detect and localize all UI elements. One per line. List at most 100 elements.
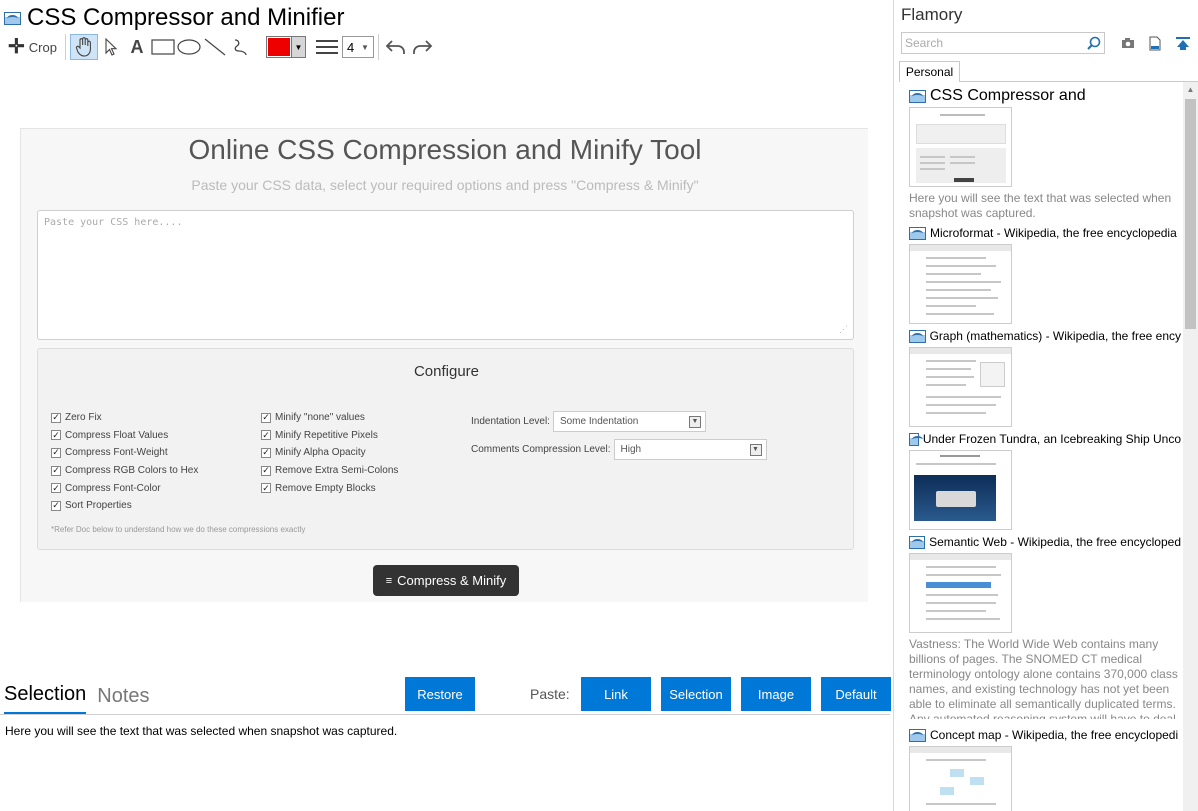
- list-item[interactable]: Microformat - Wikipedia, the free encycl…: [909, 225, 1181, 324]
- checkbox-checked-icon: ✓: [261, 465, 271, 476]
- comments-row: Comments Compression Level: High ▼: [471, 439, 767, 460]
- list-item[interactable]: Semantic Web - Wikipedia, the free encyc…: [909, 534, 1181, 719]
- list-item-title: Semantic Web - Wikipedia, the free encyc…: [929, 535, 1181, 549]
- tab-personal[interactable]: Personal: [899, 61, 960, 82]
- page-icon: [909, 535, 926, 549]
- paste-image-button[interactable]: Image: [741, 677, 811, 711]
- option-zero-fix[interactable]: ✓ Zero Fix: [51, 409, 198, 427]
- undo-button[interactable]: [383, 34, 409, 60]
- checkbox-checked-icon: ✓: [51, 482, 61, 494]
- toolbar-separator: [377, 34, 379, 60]
- paste-label: Paste:: [530, 686, 570, 702]
- sidebar-scrollbar[interactable]: ▲: [1183, 82, 1198, 811]
- line-width-select[interactable]: 4 ▼: [341, 36, 374, 58]
- crop-button[interactable]: ✛ Crop: [4, 34, 61, 60]
- selection-text: Here you will see the text that was sele…: [5, 724, 398, 738]
- page-icon: [909, 226, 926, 240]
- restore-button[interactable]: Restore: [405, 677, 475, 711]
- checkbox-checked-icon: ✓: [261, 412, 271, 423]
- css-input[interactable]: Paste your CSS here.... ⋰: [37, 210, 854, 340]
- checkbox-checked-icon: ✓: [261, 447, 271, 458]
- pointer-tool-button[interactable]: [98, 34, 124, 60]
- color-picker[interactable]: ▼: [265, 36, 306, 58]
- hand-tool-button[interactable]: [69, 34, 98, 60]
- list-item[interactable]: Under Frozen Tundra, an Icebreaking Ship…: [909, 431, 1181, 530]
- option-compress-font-weight[interactable]: ✓ Compress Font-Weight: [51, 444, 198, 462]
- list-item-header: Semantic Web - Wikipedia, the free encyc…: [909, 534, 1181, 550]
- paste-default-button[interactable]: Default: [821, 677, 891, 711]
- configure-panel: Configure ✓ Zero Fix ✓ Compress Float Valu…: [37, 348, 854, 550]
- list-item-title: Graph (mathematics) - Wikipedia, the fre…: [929, 329, 1181, 343]
- option-remove-semicolons[interactable]: ✓ Remove Extra Semi-Colons: [261, 462, 398, 480]
- rectangle-tool-button[interactable]: [150, 34, 176, 60]
- checkbox-checked-icon: ✓: [51, 429, 61, 441]
- list-item[interactable]: Graph (mathematics) - Wikipedia, the fre…: [909, 328, 1181, 427]
- flamory-window: CSS Compressor and Minifier ✛ Crop A ▼ 4…: [0, 0, 1198, 811]
- undo-icon: [385, 40, 405, 54]
- freehand-icon: [234, 39, 247, 56]
- scroll-up-icon[interactable]: ▲: [1183, 82, 1198, 97]
- snapshot-thumbnail[interactable]: [909, 244, 1012, 324]
- snapshot-viewer: CSS Compressor and Minifier ✛ Crop A ▼ 4…: [0, 0, 893, 811]
- option-compress-font-color[interactable]: ✓ Compress Font-Color: [51, 479, 198, 497]
- flamory-sidebar: Flamory Search Personal CSS Compressor a…: [894, 0, 1198, 811]
- line-icon: [204, 38, 226, 56]
- comments-select[interactable]: High ▼: [613, 439, 767, 460]
- option-remove-empty-blocks[interactable]: ✓ Remove Empty Blocks: [261, 479, 398, 497]
- line-tool-button[interactable]: [202, 34, 228, 60]
- collapse-button[interactable]: [1174, 34, 1192, 52]
- indentation-row: Indentation Level: Some Indentation ▼: [471, 411, 706, 432]
- option-compress-rgb[interactable]: ✓ Compress RGB Colors to Hex: [51, 462, 198, 480]
- text-tool-button[interactable]: A: [124, 34, 150, 60]
- paste-selection-button[interactable]: Selection: [661, 677, 731, 711]
- snapshot-thumbnail[interactable]: [909, 450, 1012, 530]
- redo-button[interactable]: [409, 34, 435, 60]
- list-item-header: Concept map - Wikipedia, the free encycl…: [909, 727, 1181, 743]
- configure-title: Configure: [413, 363, 480, 380]
- checkbox-checked-icon: ✓: [51, 465, 61, 476]
- option-compress-float[interactable]: ✓ Compress Float Values: [51, 427, 198, 445]
- freehand-tool-button[interactable]: [228, 34, 254, 60]
- checkbox-checked-icon: ✓: [51, 500, 61, 511]
- chevron-down-icon: ▼: [688, 415, 701, 428]
- resize-grip-icon: ⋰: [839, 325, 848, 335]
- ellipse-tool-button[interactable]: [176, 34, 202, 60]
- tab-notes[interactable]: Notes: [97, 685, 149, 714]
- option-minify-none[interactable]: ✓ Minify "none" values: [261, 409, 398, 427]
- snapshot-thumbnail[interactable]: [909, 347, 1012, 427]
- scrollbar-thumb[interactable]: [1185, 99, 1196, 329]
- chevron-down-icon: ▼: [290, 37, 305, 57]
- option-minify-pixels[interactable]: ✓ Minify Repetitive Pixels: [261, 427, 398, 445]
- line-width-icon: [315, 40, 338, 54]
- ellipse-icon: [177, 39, 201, 55]
- search-input[interactable]: Search: [901, 32, 1105, 54]
- options-column-2: ✓ Minify "none" values ✓ Minify Repetitive…: [261, 409, 398, 497]
- snapshot-thumbnail[interactable]: [909, 107, 1012, 187]
- option-minify-alpha[interactable]: ✓ Minify Alpha Opacity: [261, 444, 398, 462]
- page-icon: [909, 329, 926, 343]
- indentation-select[interactable]: Some Indentation ▼: [552, 411, 706, 432]
- camera-button[interactable]: [1119, 34, 1137, 52]
- page-icon: [909, 728, 926, 742]
- tab-selection[interactable]: Selection: [4, 683, 87, 714]
- ship-photo: [914, 475, 996, 521]
- list-item[interactable]: CSS Compressor and Here you will see the…: [909, 88, 1181, 221]
- menu-icon: ≡: [385, 574, 393, 587]
- snapshot-heading: Online CSS Compression and Minify Tool: [188, 134, 702, 165]
- snapshot-list: CSS Compressor and Here you will see the…: [909, 88, 1181, 811]
- line-width-button[interactable]: [314, 34, 340, 60]
- css-input-placeholder: Paste your CSS here....: [44, 217, 183, 228]
- snapshot-thumbnail[interactable]: [909, 553, 1012, 633]
- list-item-title: Concept map - Wikipedia, the free encycl…: [930, 728, 1179, 742]
- collapse-up-icon: [1176, 36, 1190, 50]
- document-button[interactable]: [1146, 34, 1164, 52]
- compress-minify-button[interactable]: ≡ Compress & Minify: [373, 565, 519, 596]
- paste-link-button[interactable]: Link: [581, 677, 651, 711]
- list-item[interactable]: Concept map - Wikipedia, the free encycl…: [909, 727, 1181, 811]
- toolbar-separator: [64, 34, 66, 60]
- hand-icon: [75, 37, 91, 57]
- snapshot-thumbnail[interactable]: [909, 746, 1012, 811]
- option-sort-properties[interactable]: ✓ Sort Properties: [51, 497, 198, 515]
- bottom-tabs: Selection Notes: [4, 683, 150, 714]
- page-icon: [909, 432, 923, 446]
